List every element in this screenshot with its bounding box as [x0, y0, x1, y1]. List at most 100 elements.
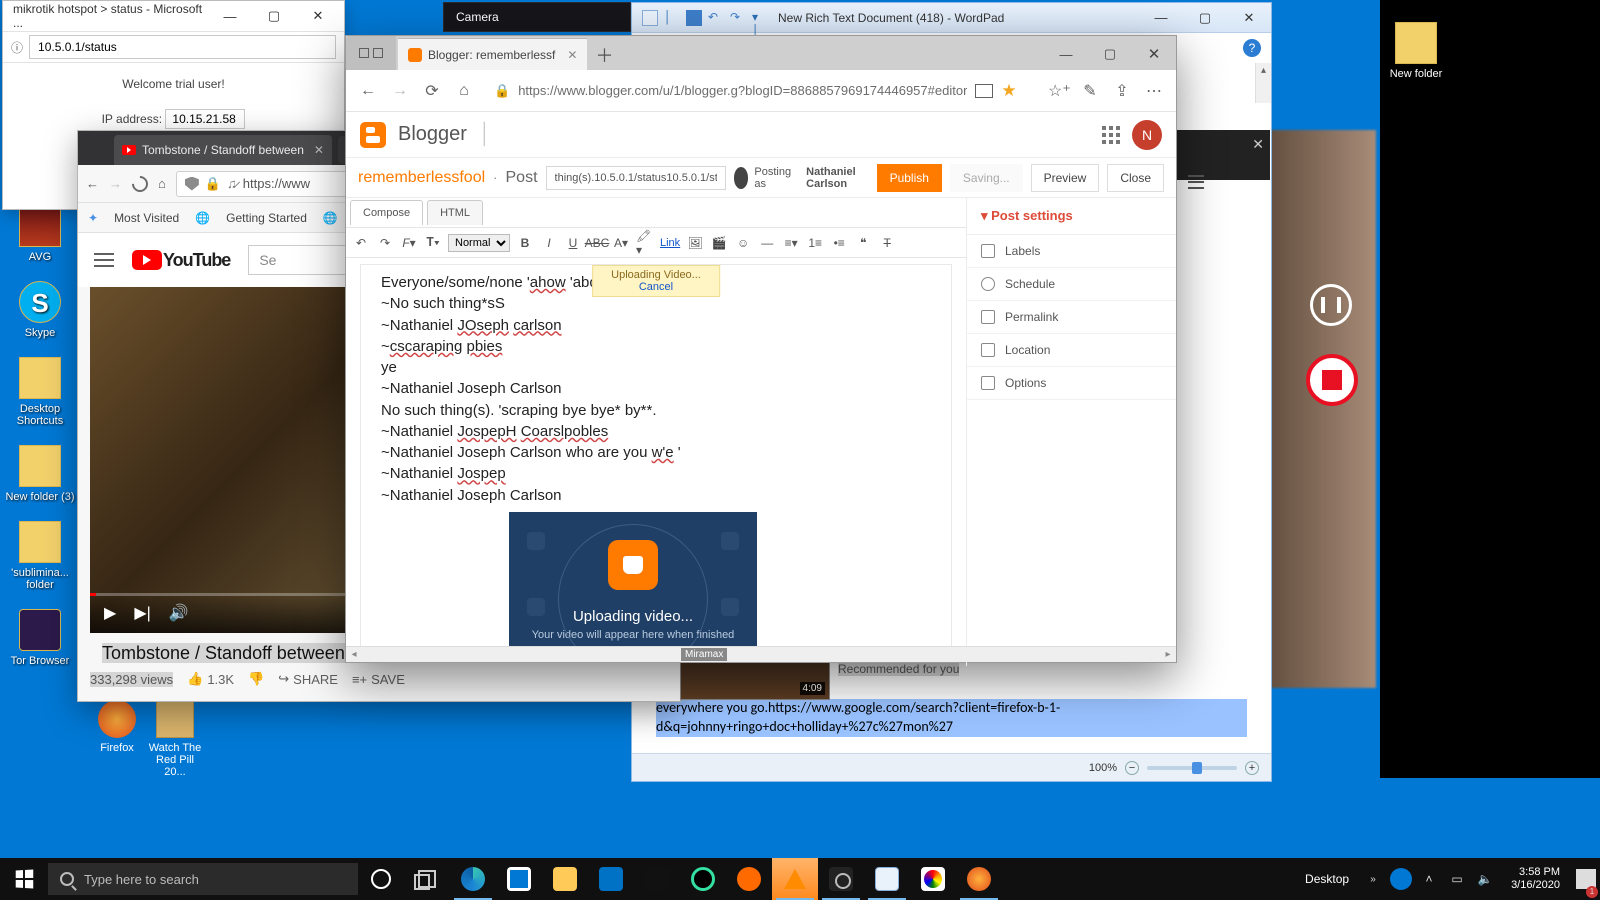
- account-avatar[interactable]: N: [1132, 120, 1162, 150]
- minimize-button[interactable]: —: [1139, 4, 1183, 32]
- show-desktop-toolbar[interactable]: Desktop: [1297, 872, 1357, 886]
- like-button[interactable]: 👍 1.3K: [187, 671, 234, 687]
- mikrotik-titlebar[interactable]: mikrotik hotspot > status - Microsoft ..…: [3, 1, 344, 31]
- blogger-wordmark[interactable]: Blogger: [398, 123, 467, 146]
- edge-tab-actions-icon[interactable]: [346, 36, 396, 70]
- yt-menu-icon[interactable]: [94, 253, 114, 267]
- upload-cancel-link[interactable]: Cancel: [611, 281, 701, 293]
- task-view-button[interactable]: [404, 858, 450, 900]
- favorite-star-icon[interactable]: ★: [1001, 81, 1016, 101]
- desktop-icon-avg[interactable]: AVG: [5, 205, 75, 263]
- post-title-input[interactable]: [546, 166, 726, 190]
- next-button-icon[interactable]: ▶|: [134, 603, 150, 623]
- desktop-icon-new-folder[interactable]: New folder: [1380, 22, 1452, 80]
- taskbar-clock[interactable]: 3:58 PM 3/16/2020: [1501, 866, 1570, 892]
- dislike-button[interactable]: 👎: [248, 671, 264, 687]
- underline-icon[interactable]: U: [564, 234, 582, 252]
- desktop-icon-skype[interactable]: SSkype: [5, 281, 75, 339]
- minimize-button[interactable]: —: [208, 2, 252, 30]
- tab-html[interactable]: HTML: [427, 200, 483, 225]
- zoom-in-button[interactable]: +: [1245, 761, 1259, 775]
- close-button[interactable]: ✕: [1227, 4, 1271, 32]
- nav-forward-icon[interactable]: →: [390, 82, 410, 100]
- taskbar-app-camera[interactable]: [818, 858, 864, 900]
- tray-volume-icon[interactable]: 🔈: [1473, 858, 1497, 900]
- wordpad-titlebar[interactable]: │ ↶ ↷ ▾ │ New Rich Text Document (418) -…: [632, 3, 1271, 33]
- new-tab-button[interactable]: ＋: [589, 40, 619, 70]
- undo-icon[interactable]: ↶: [352, 234, 370, 252]
- desktop-icon-shortcuts[interactable]: Desktop Shortcuts: [5, 357, 75, 427]
- tab-close-icon[interactable]: ✕: [314, 143, 324, 157]
- insert-break-icon[interactable]: ―: [758, 234, 776, 252]
- edge-horizontal-scrollbar[interactable]: ◂▸: [346, 646, 1176, 662]
- taskbar-app-tripadvisor[interactable]: [680, 858, 726, 900]
- close-icon[interactable]: ✕: [1252, 136, 1264, 153]
- blog-name[interactable]: rememberlessfool: [358, 169, 485, 187]
- window-camera-titlebar[interactable]: Camera: [443, 2, 631, 32]
- taskbar-app-firefox[interactable]: [956, 858, 1002, 900]
- taskbar-app-paint[interactable]: [910, 858, 956, 900]
- collections-icon[interactable]: ✎: [1080, 81, 1100, 101]
- desktop-icon-tor[interactable]: Tor Browser: [5, 609, 75, 667]
- close-editor-button[interactable]: Close: [1107, 164, 1164, 192]
- selected-text[interactable]: everywhere you go.https://www.google.com…: [656, 699, 1247, 737]
- publish-button[interactable]: Publish: [877, 164, 942, 192]
- minimize-button[interactable]: —: [1044, 38, 1088, 70]
- settings-labels[interactable]: Labels: [967, 235, 1176, 268]
- taskbar-app-explorer[interactable]: [542, 858, 588, 900]
- undo-icon[interactable]: ↶: [708, 10, 724, 26]
- maximize-button[interactable]: ▢: [1088, 38, 1132, 70]
- insert-video-icon[interactable]: 🎬: [710, 234, 728, 252]
- youtube-logo[interactable]: YouTube: [132, 250, 230, 271]
- align-icon[interactable]: ≡▾: [782, 234, 800, 252]
- redo-icon[interactable]: ↷: [376, 234, 394, 252]
- taskbar-app-vlc[interactable]: [772, 858, 818, 900]
- numbered-list-icon[interactable]: 1≡: [806, 234, 824, 252]
- italic-icon[interactable]: I: [540, 234, 558, 252]
- settings-permalink[interactable]: Permalink: [967, 301, 1176, 334]
- start-button[interactable]: [0, 858, 48, 900]
- home-icon[interactable]: ⌂: [158, 176, 166, 191]
- blogger-logo-icon[interactable]: [360, 122, 386, 148]
- desktop-icon-sublimina[interactable]: 'sublimina... folder: [5, 521, 75, 591]
- strike-icon[interactable]: ABC: [588, 234, 606, 252]
- insert-emoji-icon[interactable]: ☺: [734, 234, 752, 252]
- nav-forward-icon[interactable]: →: [109, 176, 122, 191]
- firefox-tab-youtube[interactable]: Tombstone / Standoff between ✕: [114, 135, 332, 165]
- taskbar-app-wordpad[interactable]: [864, 858, 910, 900]
- play-button-icon[interactable]: ▶: [104, 603, 116, 623]
- window-edge-blogger[interactable]: Blogger: rememberlessf ✕ ＋ — ▢ ✕ ← → ⟳ ⌂…: [345, 35, 1177, 663]
- tracking-shield-icon[interactable]: [185, 177, 199, 191]
- tab-compose[interactable]: Compose: [350, 200, 423, 225]
- settings-schedule[interactable]: Schedule: [967, 268, 1176, 301]
- reading-view-icon[interactable]: [975, 84, 993, 98]
- reload-icon[interactable]: [129, 172, 152, 195]
- bullet-list-icon[interactable]: •≡: [830, 234, 848, 252]
- edge-tab-blogger[interactable]: Blogger: rememberlessf ✕: [398, 38, 587, 70]
- post-settings-header[interactable]: Post settings: [967, 198, 1176, 235]
- nav-back-icon[interactable]: ←: [358, 82, 378, 100]
- bold-icon[interactable]: B: [516, 234, 534, 252]
- hamburger-menu-icon[interactable]: [1183, 170, 1209, 194]
- scroll-left-icon[interactable]: ◂: [346, 647, 362, 663]
- insert-link[interactable]: Link: [660, 237, 680, 249]
- font-family-icon[interactable]: F▾: [400, 234, 418, 252]
- close-button[interactable]: ✕: [296, 2, 340, 30]
- scroll-right-icon[interactable]: ▸: [1160, 647, 1176, 663]
- settings-options[interactable]: Options: [967, 367, 1176, 400]
- taskbar-search[interactable]: Type here to search: [48, 863, 358, 895]
- highlight-icon[interactable]: 🖍▾: [636, 234, 654, 252]
- close-button[interactable]: ✕: [1132, 38, 1176, 70]
- save-icon[interactable]: [686, 10, 702, 26]
- slider-thumb[interactable]: [1192, 762, 1202, 774]
- google-apps-icon[interactable]: [1102, 126, 1120, 144]
- redo-icon[interactable]: ↷: [730, 10, 746, 26]
- favorites-icon[interactable]: ☆⁺: [1048, 81, 1068, 101]
- zoom-out-button[interactable]: −: [1125, 761, 1139, 775]
- settings-menu-icon[interactable]: ⋯: [1144, 81, 1164, 101]
- quote-icon[interactable]: ❝: [854, 234, 872, 252]
- action-center-button[interactable]: 1: [1574, 858, 1598, 900]
- maximize-button[interactable]: ▢: [1183, 4, 1227, 32]
- post-body-editor[interactable]: Uploading Video... Cancel Everyone/some/…: [360, 264, 952, 660]
- nav-back-icon[interactable]: ←: [86, 176, 99, 191]
